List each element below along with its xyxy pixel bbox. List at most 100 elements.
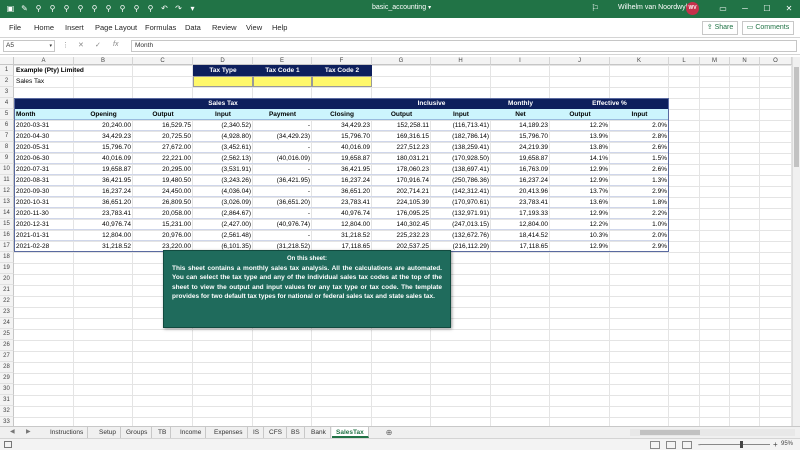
row-header[interactable]: 30 — [0, 384, 14, 395]
column-header[interactable]: A — [14, 57, 74, 65]
pin-icon[interactable]: ⚲ — [146, 3, 155, 14]
tab-help[interactable]: Help — [272, 23, 287, 32]
row-header[interactable]: 9 — [0, 153, 14, 164]
selector-header[interactable]: Tax Code 2 — [312, 65, 372, 76]
scroll-thumb[interactable] — [794, 67, 799, 167]
table-column-header[interactable]: Output — [550, 109, 610, 120]
pin-icon[interactable]: ⚲ — [76, 3, 85, 14]
pin-icon[interactable]: ⚲ — [62, 3, 71, 14]
tab-view[interactable]: View — [246, 23, 262, 32]
comments-button[interactable]: ▭ Comments — [742, 21, 794, 35]
row-header[interactable]: 32 — [0, 406, 14, 417]
add-sheet-icon[interactable]: ⊕ — [384, 427, 394, 438]
maximize-icon[interactable]: ☐ — [760, 3, 774, 14]
row-header[interactable]: 4 — [0, 98, 14, 109]
avatar[interactable]: WV — [686, 2, 699, 15]
enter-icon[interactable]: ✓ — [95, 41, 101, 49]
ribbon-display-icon[interactable]: ▭ — [716, 3, 730, 14]
table-column-header[interactable]: Input — [193, 109, 253, 120]
close-icon[interactable]: ✕ — [782, 3, 796, 14]
sheet-tab[interactable]: SalesTax — [332, 427, 369, 438]
sheet-subtitle[interactable]: Sales Tax — [14, 76, 133, 87]
column-header[interactable]: B — [74, 57, 133, 65]
selector-input[interactable] — [312, 76, 372, 87]
formula-input[interactable]: Month — [131, 40, 797, 52]
tab-file[interactable]: File — [9, 23, 21, 32]
column-header[interactable]: J — [550, 57, 610, 65]
undo-icon[interactable]: ↶ — [160, 3, 169, 14]
minimize-icon[interactable]: ─ — [738, 3, 752, 14]
document-title[interactable]: basic_accounting ▾ — [372, 4, 431, 11]
scroll-thumb[interactable] — [640, 430, 700, 435]
tab-review[interactable]: Review — [212, 23, 237, 32]
row-header[interactable]: 13 — [0, 197, 14, 208]
row-header[interactable]: 20 — [0, 274, 14, 285]
row-header[interactable]: 10 — [0, 164, 14, 175]
selector-header[interactable]: Tax Type — [193, 65, 253, 76]
row-header[interactable]: 19 — [0, 263, 14, 274]
row-header[interactable]: 24 — [0, 318, 14, 329]
pin-icon[interactable]: ⚲ — [132, 3, 141, 14]
selector-input[interactable] — [253, 76, 312, 87]
tab-insert[interactable]: Insert — [65, 23, 84, 32]
company-name[interactable]: Example (Pty) Limited — [14, 65, 133, 76]
row-header[interactable]: 17 — [0, 241, 14, 252]
row-header[interactable]: 28 — [0, 362, 14, 373]
row-header[interactable]: 1 — [0, 65, 14, 76]
pin-icon[interactable]: ⚲ — [104, 3, 113, 14]
pin-icon[interactable]: ⚲ — [48, 3, 57, 14]
row-header[interactable]: 29 — [0, 373, 14, 384]
table-column-header[interactable]: Net — [491, 109, 550, 120]
tab-data[interactable]: Data — [185, 23, 201, 32]
vertical-scrollbar[interactable] — [792, 57, 800, 426]
column-header[interactable]: M — [700, 57, 730, 65]
sheet-tab[interactable]: TB — [154, 427, 172, 438]
sheet-tab[interactable]: Groups — [122, 427, 153, 438]
sheet-tab[interactable]: BS — [287, 427, 305, 438]
table-column-header[interactable]: Closing — [312, 109, 372, 120]
row-header[interactable]: 15 — [0, 219, 14, 230]
row-header[interactable]: 25 — [0, 329, 14, 340]
selector-header[interactable]: Tax Code 1 — [253, 65, 312, 76]
sheet-tab[interactable]: Setup — [95, 427, 121, 438]
row-header[interactable]: 8 — [0, 142, 14, 153]
row-header[interactable]: 18 — [0, 252, 14, 263]
user-name[interactable]: Wilhelm van Noordwyk — [618, 4, 689, 11]
column-header[interactable]: N — [730, 57, 760, 65]
row-header[interactable]: 6 — [0, 120, 14, 131]
brush-icon[interactable]: ✎ — [20, 3, 29, 14]
row-header[interactable]: 27 — [0, 351, 14, 362]
row-header[interactable]: 7 — [0, 131, 14, 142]
column-header[interactable]: I — [491, 57, 550, 65]
table-column-header[interactable]: Opening — [74, 109, 133, 120]
sheet-tab[interactable]: Expenses — [210, 427, 248, 438]
column-header[interactable]: L — [669, 57, 700, 65]
redo-icon[interactable]: ↷ — [174, 3, 183, 14]
share-button[interactable]: ⇪ Share — [702, 21, 738, 35]
row-header[interactable]: 31 — [0, 395, 14, 406]
sheet-tab[interactable]: Income — [176, 427, 207, 438]
column-header[interactable]: E — [253, 57, 312, 65]
row-header[interactable]: 11 — [0, 175, 14, 186]
tab-home[interactable]: Home — [34, 23, 54, 32]
table-column-header[interactable]: Input — [610, 109, 669, 120]
customize-icon[interactable]: ▾ — [188, 3, 197, 14]
sheet-tab[interactable]: Instructions — [46, 427, 89, 438]
select-all-corner[interactable] — [0, 57, 14, 65]
row-header[interactable]: 12 — [0, 186, 14, 197]
next-sheet-icon[interactable]: ▶ — [26, 428, 31, 435]
column-header[interactable]: F — [312, 57, 372, 65]
cancel-icon[interactable]: ✕ — [78, 41, 84, 49]
zoom-level[interactable]: 95% — [781, 441, 793, 447]
row-header[interactable]: 33 — [0, 417, 14, 426]
row-header[interactable]: 3 — [0, 87, 14, 98]
column-header[interactable]: G — [372, 57, 431, 65]
table-column-header[interactable]: Payment — [253, 109, 312, 120]
selector-input[interactable] — [193, 76, 253, 87]
column-header[interactable]: D — [193, 57, 253, 65]
row-header[interactable]: 22 — [0, 296, 14, 307]
row-header[interactable]: 2 — [0, 76, 14, 87]
row-header[interactable]: 16 — [0, 230, 14, 241]
page-break-view-icon[interactable] — [682, 441, 692, 449]
pin-icon[interactable]: ⚲ — [118, 3, 127, 14]
